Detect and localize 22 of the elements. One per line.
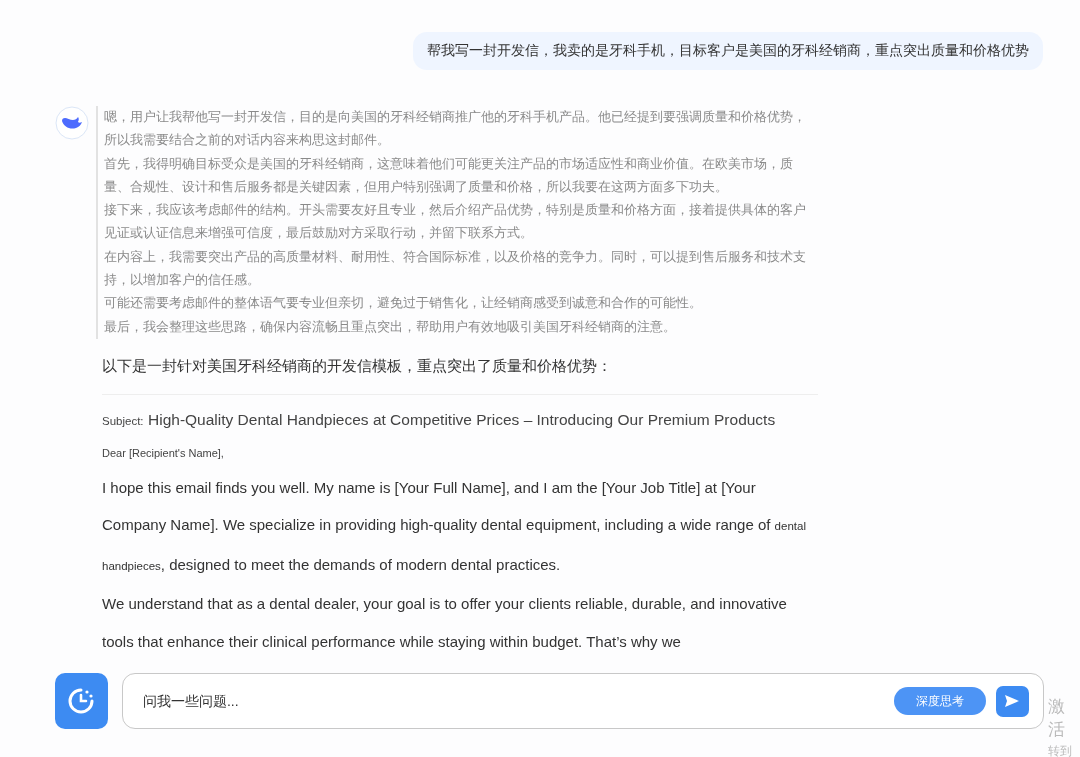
history-button[interactable]	[55, 673, 108, 729]
activation-text: 转到	[1047, 743, 1073, 757]
thinking-text: 嗯，用户让我帮他写一封开发信，目的是向美国的牙科经销商推广他的牙科手机产品。他已经提到要强调质量和价格优势，所以我需要结合之前的对话内容来构思这封邮件。	[104, 109, 807, 150]
send-icon	[1005, 695, 1020, 707]
deep-think-button[interactable]: 深度思考	[893, 687, 986, 715]
whale-logo-icon	[55, 106, 89, 140]
activation-text: 激活	[1047, 696, 1066, 741]
thinking-text: 接下来，我应该考虑邮件的结构。开头需要友好且专业，然后介绍产品优势，特别是质量和价格方面，接着提供具体的客户见证或认证信息来增强可信度，最后鼓励对方采取行动，并留下联系方式。	[104, 202, 807, 243]
subject-text: High-Quality Dental Handpieces at Competitive Prices – Introducing Our Premium Products	[148, 410, 776, 428]
subject-label: Subject:	[102, 414, 144, 427]
chat-input[interactable]: 问我一些问题... 深度思考	[121, 673, 1044, 729]
email-paragraph: I hope this email finds you well. My name is [Your Full Name], and I am the [Your Job Title] at [Your Company Name]. We specialize in providing high-quality dental equipment, including a wide range of dental handpieces, designed to meet the demands of modern dental practices.	[102, 477, 807, 575]
thinking-text: 在内容上，我需要突出产品的高质量材料、耐用性、符合国际标准，以及价格的竞争力。同时，可以提到售后服务和技术支持，以增加客户的信任感。	[104, 248, 807, 290]
clock-icon	[67, 687, 96, 715]
thinking-text: 首先，我得明确目标受众是美国的牙科经销商，这意味着他们可能更关注产品的市场适应性和商业价值。在欧美市场，质量、合规性、设计和售后服务都是关键因素，但用户特别强调了质量和价格，所以我要在这两方面多下功夫。	[104, 155, 794, 196]
user-message: 帮我写一封开发信，我卖的是牙科手机，目标客户是美国的牙科经销商，重点突出质量和价格优势	[413, 32, 1043, 70]
send-button[interactable]	[995, 685, 1029, 717]
thinking-text: 可能还需要考虑邮件的整体语气要专业但亲切，避免过于销售化，让经销商感受到诚意和合作的可能性。	[104, 295, 703, 313]
thinking-text: 最后，我会整理这些思路，确保内容流畅且重点突出，帮助用户有效地吸引美国牙科经销商的注意。	[104, 318, 677, 336]
greeting-text: Dear [Recipient's Name],	[102, 446, 225, 459]
intro-text: 以下是一封针对美国牙科经销商的开发信模板，重点突出了质量和价格优势：	[102, 356, 613, 376]
email-paragraph: We understand that as a dental dealer, your goal is to offer your clients reliable, durable, and innovative tools that enhance their clinical performance while staying within budget. That’s why we	[102, 594, 788, 652]
